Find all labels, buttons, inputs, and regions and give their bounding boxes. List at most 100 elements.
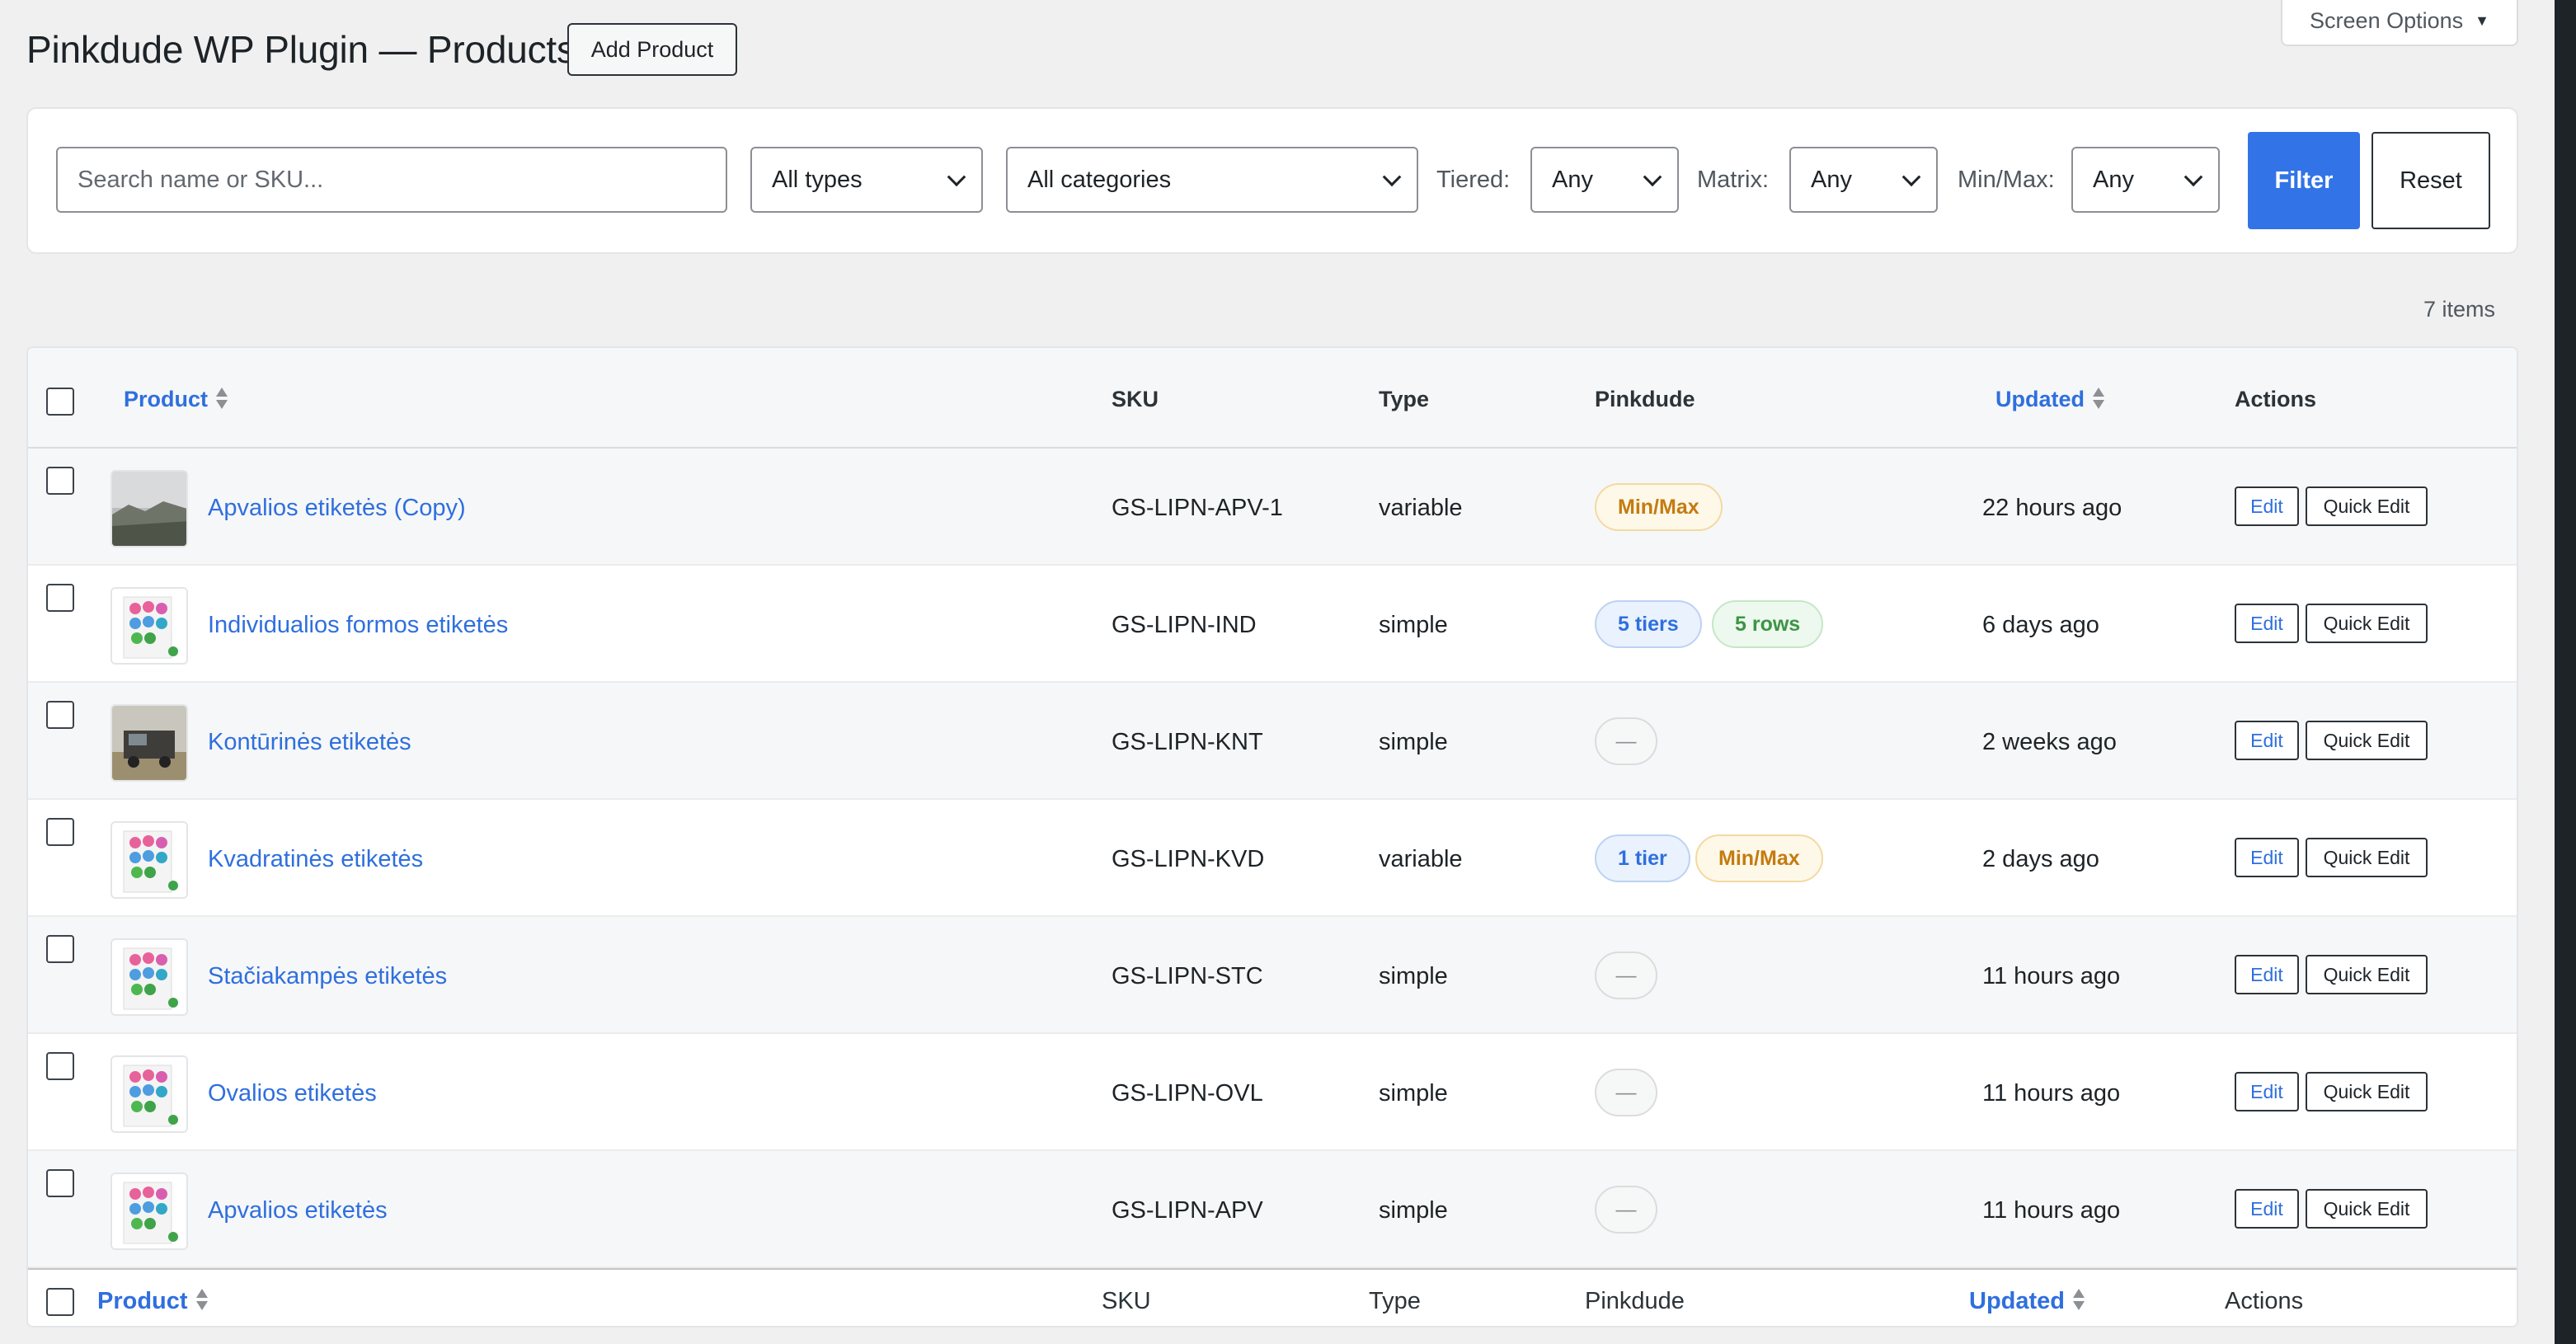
quick-edit-button[interactable]: Quick Edit [2306,1072,2428,1111]
product-name-link[interactable]: Individualios formos etiketės [208,609,508,641]
product-name-link[interactable]: Apvalios etiketės (Copy) [208,491,466,524]
edit-button[interactable]: Edit [2235,486,2299,526]
matrix-select[interactable]: Any [1789,147,1938,213]
chevron-down-icon [2183,167,2203,187]
sticker-sheet-thumbnail[interactable] [110,821,188,899]
types-select[interactable]: All types [750,147,983,213]
column-updated-label: Updated [1995,387,2085,411]
sticker-sheet-thumbnail[interactable] [110,938,188,1016]
updated-cell: 11 hours ago [1982,963,2121,989]
edit-button[interactable]: Edit [2235,955,2299,994]
footer-updated-sort[interactable]: Updated [1969,1285,2085,1318]
sticker-sheet-thumbnail[interactable] [110,1172,188,1250]
product-name-link[interactable]: Stačiakampės etiketės [208,960,447,993]
table-row: Ovalios etiketės GS-LIPN-OVL simple — 11 hou… [28,1034,2517,1151]
page-title: Pinkdude WP Plugin — Products [26,28,576,71]
pinkdude-badge: 1 tier [1595,834,1690,882]
screen-options-button[interactable]: Screen Options ▼ [2281,0,2518,46]
products-page: Pinkdude WP Plugin — Products Add Produc… [0,0,2555,1344]
pinkdude-badge: — [1595,717,1657,765]
type-cell: simple [1379,729,1448,755]
quick-edit-button[interactable]: Quick Edit [2306,838,2428,877]
minmax-select-value: Any [2093,166,2134,193]
row-checkbox[interactable] [46,1169,74,1197]
caret-down-icon: ▼ [2475,12,2489,29]
type-cell: variable [1379,495,1463,521]
row-checkbox[interactable] [46,818,74,846]
quick-edit-button[interactable]: Quick Edit [2306,955,2428,994]
row-checkbox[interactable] [46,701,74,729]
types-select-value: All types [772,166,863,193]
quick-edit-button[interactable]: Quick Edit [2306,1189,2428,1229]
column-product-sort[interactable]: Product [124,384,228,414]
sku-cell: GS-LIPN-KVD [1112,846,1265,872]
column-updated-sort[interactable]: Updated [1995,384,2104,414]
pinkdude-badge: — [1595,952,1657,999]
select-all-checkbox[interactable] [46,388,74,416]
chevron-down-icon [947,167,966,187]
edit-button[interactable]: Edit [2235,721,2299,760]
reset-button[interactable]: Reset [2372,132,2490,229]
footer-sku: SKU [1102,1288,1151,1314]
row-checkbox[interactable] [46,584,74,612]
footer-type: Type [1369,1288,1421,1314]
quick-edit-button[interactable]: Quick Edit [2306,486,2428,526]
sort-icon [195,1287,208,1312]
footer-product-sort[interactable]: Product [97,1285,208,1318]
row-checkbox[interactable] [46,467,74,495]
landscape-thumbnail[interactable] [110,470,188,547]
table-header: Product SKU Type Pinkdude Updated Action… [28,348,2517,449]
tiered-select-value: Any [1552,166,1593,193]
filter-button[interactable]: Filter [2248,132,2360,229]
table-footer: Product SKU Type Pinkdude Updated Action… [28,1268,2517,1326]
search-field[interactable] [78,166,706,194]
footer-actions: Actions [2225,1288,2304,1314]
sort-icon [216,386,228,411]
truck-thumbnail[interactable] [110,704,188,782]
column-sku: SKU [1112,387,1159,411]
quick-edit-button[interactable]: Quick Edit [2306,604,2428,643]
categories-select[interactable]: All categories [1006,147,1418,213]
product-name-link[interactable]: Ovalios etiketės [208,1077,377,1110]
chevron-down-icon [1382,167,1402,187]
edit-button[interactable]: Edit [2235,838,2299,877]
pinkdude-badge: 5 rows [1712,600,1824,648]
table-row: Apvalios etiketės GS-LIPN-APV simple — 11 ho… [28,1151,2517,1268]
row-checkbox[interactable] [46,1052,74,1080]
pinkdude-badge: Min/Max [1595,483,1723,531]
chevron-down-icon [1643,167,1662,187]
product-name-link[interactable]: Kontūrinės etiketės [208,726,411,759]
quick-edit-button[interactable]: Quick Edit [2306,721,2428,760]
minmax-select[interactable]: Any [2071,147,2220,213]
updated-cell: 11 hours ago [1982,1197,2121,1224]
sku-cell: GS-LIPN-OVL [1112,1080,1263,1107]
matrix-label: Matrix: [1697,167,1769,193]
pinkdude-badge: — [1595,1069,1657,1116]
product-name-link[interactable]: Kvadratinės etiketės [208,843,423,876]
search-input[interactable] [56,147,727,213]
product-name-link[interactable]: Apvalios etiketės [208,1194,388,1227]
pinkdude-badge: 5 tiers [1595,600,1702,648]
row-checkbox[interactable] [46,935,74,963]
edit-button[interactable]: Edit [2235,1072,2299,1111]
select-all-checkbox-footer[interactable] [46,1288,74,1316]
type-cell: simple [1379,1197,1448,1224]
footer-updated-label: Updated [1969,1288,2065,1314]
products-table: Product SKU Type Pinkdude Updated Action… [26,346,2518,1328]
type-cell: variable [1379,846,1463,872]
edit-button[interactable]: Edit [2235,604,2299,643]
type-cell: simple [1379,612,1448,638]
type-cell: simple [1379,1080,1448,1107]
add-product-button[interactable]: Add Product [567,23,737,76]
footer-product-label: Product [97,1288,188,1314]
window-edge [2555,0,2576,1344]
sku-cell: GS-LIPN-IND [1112,612,1257,638]
table-row: Kvadratinės etiketės GS-LIPN-KVD variable 1… [28,800,2517,917]
tiered-select[interactable]: Any [1530,147,1679,213]
edit-button[interactable]: Edit [2235,1189,2299,1229]
sticker-sheet-thumbnail[interactable] [110,1055,188,1133]
column-pinkdude: Pinkdude [1595,387,1695,411]
column-actions: Actions [2235,387,2317,411]
updated-cell: 2 weeks ago [1982,729,2117,755]
sticker-sheet-thumbnail[interactable] [110,587,188,665]
